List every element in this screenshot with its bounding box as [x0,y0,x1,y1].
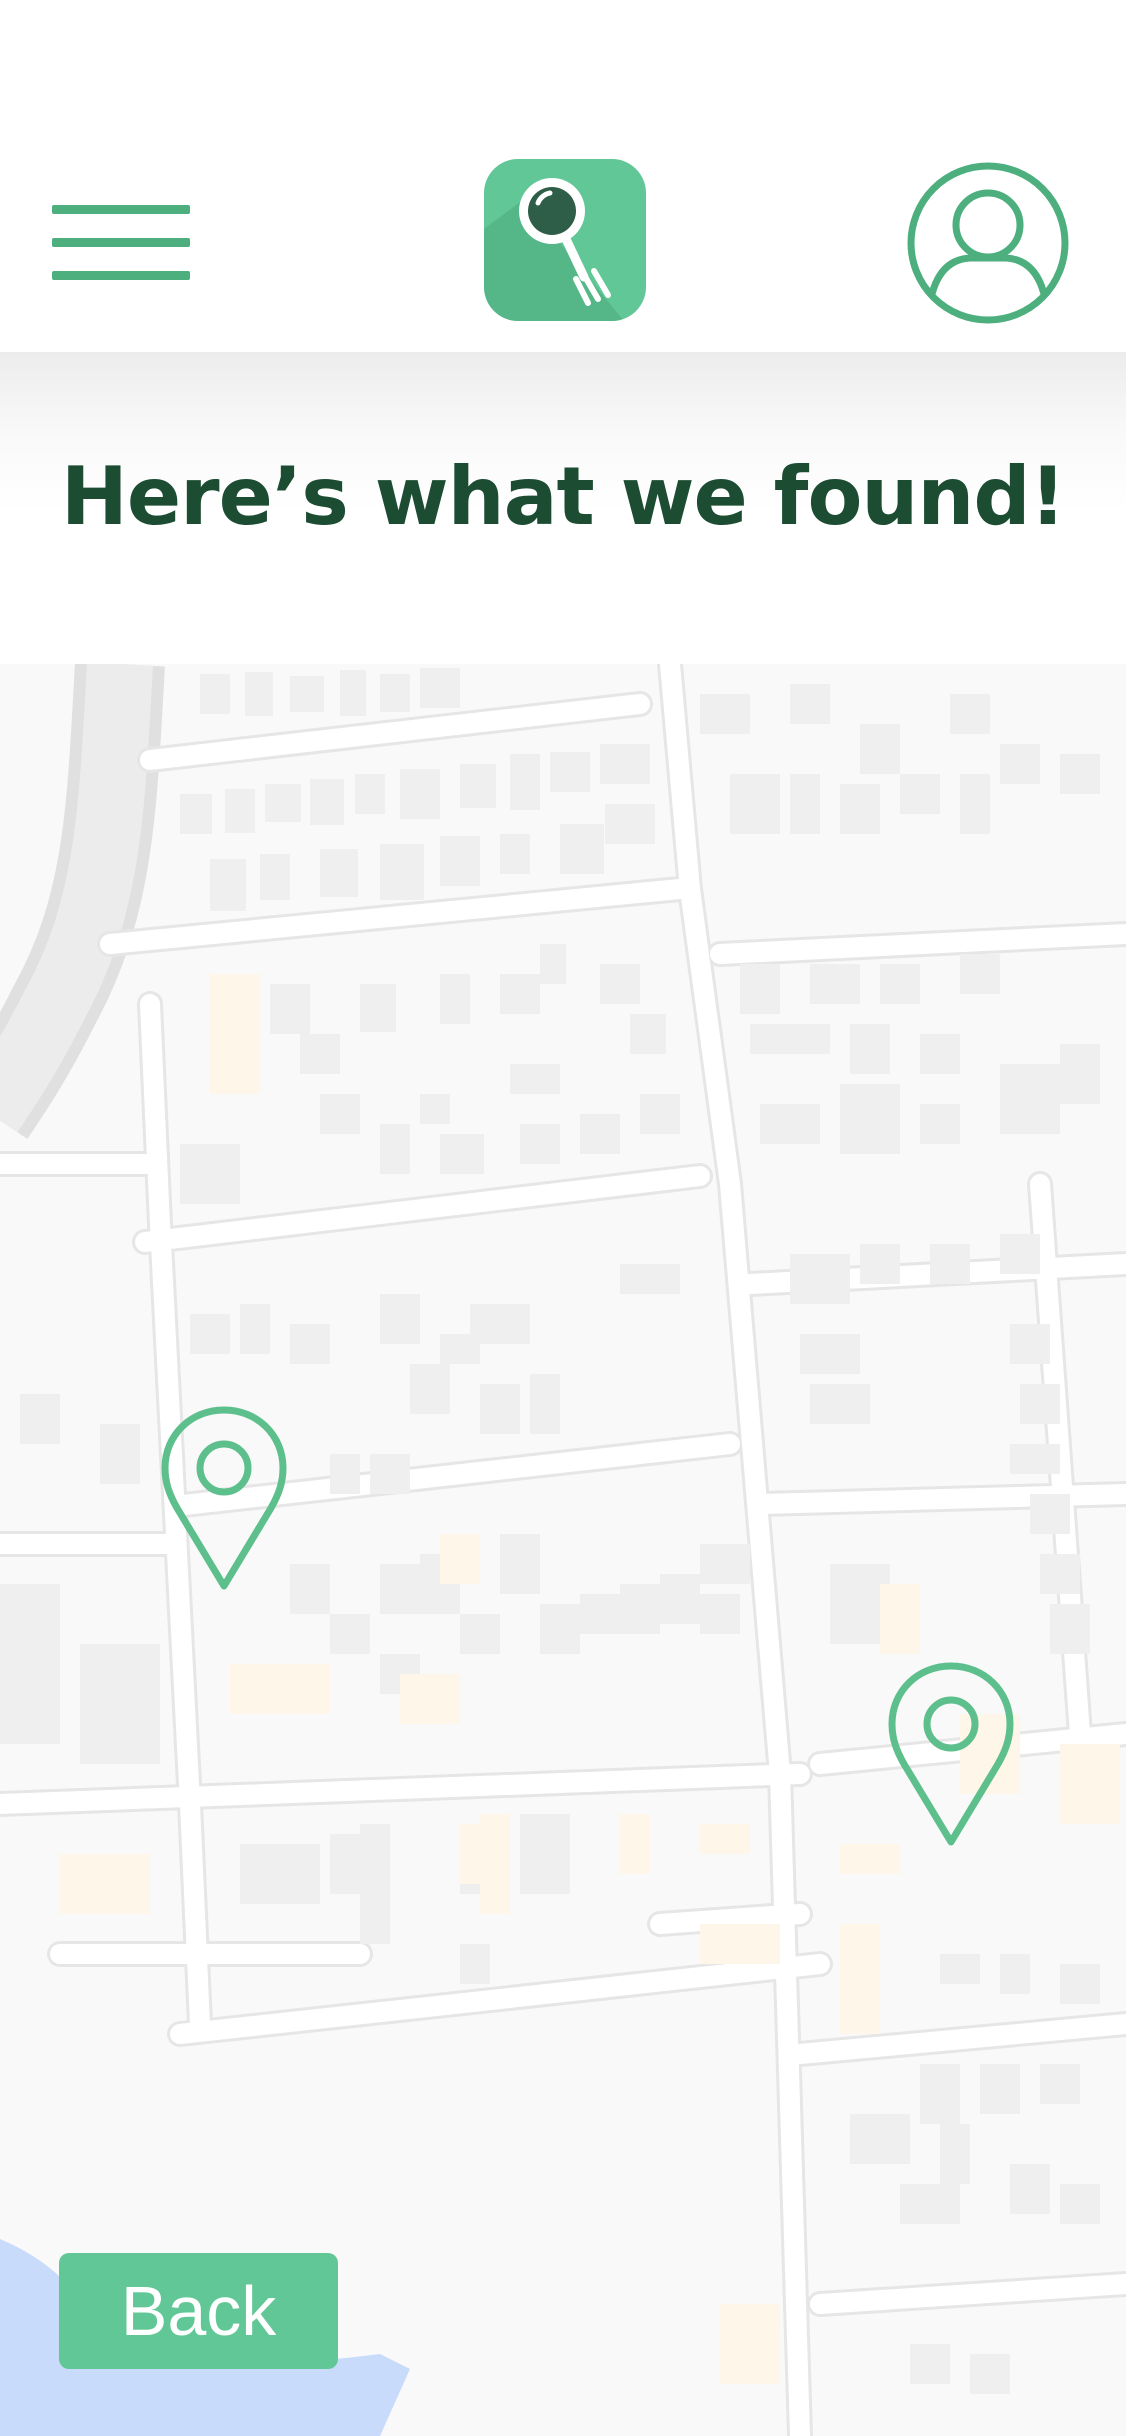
map-pin-1[interactable] [159,1404,289,1594]
profile-button[interactable] [905,160,1071,326]
user-profile-icon [907,162,1069,324]
top-app-bar [0,0,1126,352]
back-button[interactable]: Back [59,2253,338,2369]
location-pin-icon [161,1406,287,1590]
page-title: Here’s what we found! [60,450,1066,543]
results-map[interactable] [0,664,1126,2436]
magnifier-fork-logo-icon [484,178,624,321]
location-pin-icon [888,1662,1014,1846]
hamburger-menu-icon[interactable] [52,205,190,281]
map-pin-2[interactable] [886,1660,1016,1850]
app-logo [484,159,646,321]
